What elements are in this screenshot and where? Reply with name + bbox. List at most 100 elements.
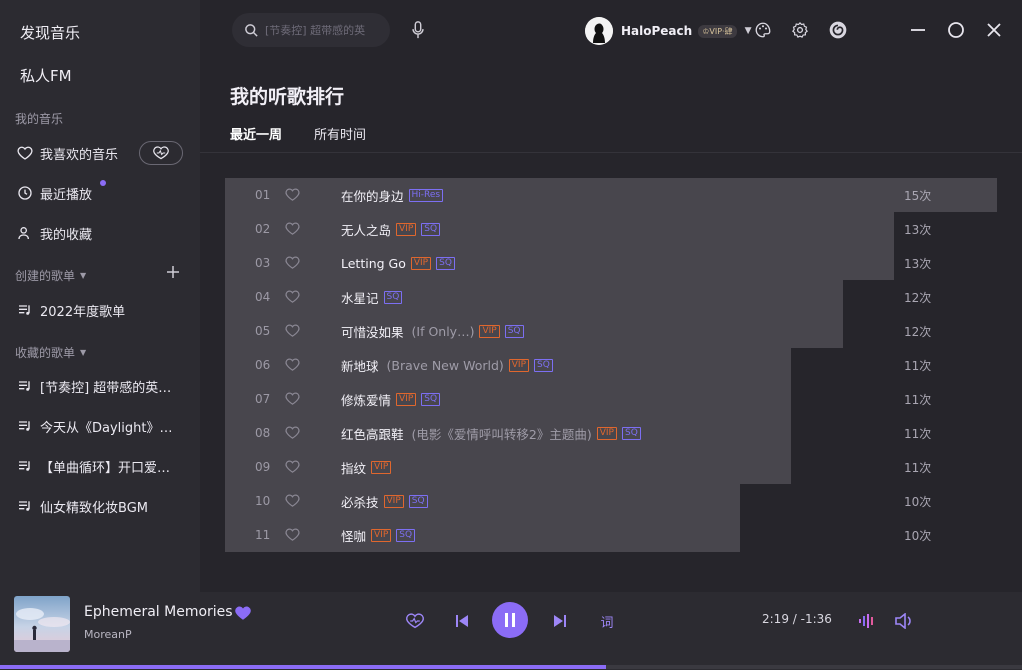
sidebar-playlist-item[interactable]: 2022年度歌单 [16, 298, 196, 322]
settings-button[interactable] [790, 20, 810, 40]
heart-icon[interactable] [285, 493, 301, 509]
sq-tag: SQ [504, 324, 524, 338]
app-logo-button[interactable] [828, 20, 848, 40]
heart-icon[interactable] [285, 425, 301, 441]
play-count-bar [225, 518, 740, 552]
ranking-row[interactable]: 08 红色高跟鞋 (电影《爱情呼叫转移2》主题曲) VIP SQ 11次 [225, 416, 997, 450]
sidebar-item-recent[interactable]: 最近播放 [16, 181, 196, 205]
sq-tag: SQ [421, 222, 441, 236]
volume-icon [895, 613, 911, 629]
ranking-row[interactable]: 10 必杀技 VIP SQ 10次 [225, 484, 997, 518]
avatar[interactable] [585, 17, 613, 45]
heartbeat-mode-button[interactable] [139, 141, 183, 165]
heart-icon[interactable] [285, 527, 301, 543]
play-count: 11次 [904, 358, 932, 373]
vip-tag: VIP [371, 460, 392, 474]
music-logo-icon [829, 21, 847, 39]
sidebar-playlist-item[interactable]: 仙女精致化妆BGM [16, 494, 196, 518]
sound-effect-button[interactable] [856, 610, 878, 632]
song-name[interactable]: 无人之岛 [341, 220, 391, 239]
ranking-row[interactable]: 06 新地球 (Brave New World) VIP SQ 11次 [225, 348, 997, 382]
playlist-icon [16, 301, 34, 319]
my-music-header-label: 我的音乐 [15, 112, 64, 126]
heart-filled-icon [235, 606, 251, 620]
ranking-row[interactable]: 04 水星记 SQ 12次 [225, 280, 997, 314]
rank-number: 05 [255, 324, 271, 338]
heart-icon[interactable] [285, 289, 301, 305]
rank-number: 02 [255, 222, 271, 236]
nav-discover-music[interactable]: 发现音乐 [20, 22, 80, 43]
song-name[interactable]: 修炼爱情 [341, 390, 391, 409]
theme-button[interactable] [753, 20, 773, 40]
like-song-button[interactable] [234, 604, 252, 622]
vip-tag: VIP [479, 324, 500, 338]
ranking-row[interactable]: 09 指纹 VIP 11次 [225, 450, 997, 484]
previous-button[interactable] [451, 610, 473, 632]
playlist-label: 今天从《Daylight》… [40, 420, 173, 436]
maximize-button[interactable] [946, 20, 966, 40]
tab-all-time[interactable]: 所有时间 [314, 124, 366, 143]
ranking-row[interactable]: 01 在你的身边 Hi-Res 15次 [225, 178, 997, 212]
heart-icon[interactable] [285, 255, 301, 271]
song-title-cell: 可惜没如果 (If Only…) VIP SQ [341, 322, 524, 341]
volume-button[interactable] [893, 610, 915, 632]
pause-button[interactable] [492, 602, 528, 638]
sq-tag: SQ [436, 256, 455, 270]
ranking-row[interactable]: 05 可惜没如果 (If Only…) VIP SQ 12次 [225, 314, 997, 348]
heart-icon[interactable] [285, 459, 301, 475]
song-name[interactable]: 红色高跟鞋 [341, 424, 404, 443]
song-title-cell: 无人之岛 VIP SQ [341, 220, 441, 239]
vip-tag: VIP [396, 222, 417, 236]
vip-tag: VIP [508, 358, 530, 372]
song-title-cell: 红色高跟鞋 (电影《爱情呼叫转移2》主题曲) VIP SQ [341, 424, 641, 443]
close-button[interactable] [984, 20, 1004, 40]
ranking-row[interactable]: 03 Letting Go VIP SQ 13次 [225, 246, 997, 280]
ranking-row[interactable]: 11 怪咖 VIP SQ 10次 [225, 518, 997, 552]
song-name[interactable]: 指纹 [341, 458, 366, 477]
user-menu[interactable]: HaloPeach ♔VIP·肆 ▼ [585, 16, 751, 46]
my-music-header: 我的音乐 [15, 110, 63, 127]
add-playlist-button[interactable] [165, 264, 181, 280]
minimize-button[interactable] [908, 20, 928, 40]
progress-bar[interactable] [0, 665, 1022, 669]
heart-icon[interactable] [285, 187, 301, 203]
caret-down-icon: ▼ [744, 26, 752, 36]
next-button[interactable] [549, 610, 571, 632]
song-name[interactable]: 必杀技 [341, 492, 379, 511]
sidebar-playlist-item[interactable]: 【单曲循环】开口爱… [16, 454, 196, 478]
rank-number: 09 [255, 460, 271, 474]
song-name[interactable]: 怪咖 [341, 526, 366, 545]
play-count: 11次 [904, 426, 932, 441]
play-count-bar [225, 246, 894, 280]
voice-search-button[interactable] [408, 20, 428, 40]
song-title[interactable]: Ephemeral Memories [84, 604, 233, 620]
sidebar-playlist-item[interactable]: [节奏控] 超带感的英… [16, 374, 196, 398]
playlist-label: 仙女精致化妆BGM [40, 500, 148, 516]
song-name[interactable]: 水星记 [341, 288, 379, 307]
collected-playlists-header[interactable]: 收藏的歌单 ▼ [15, 344, 86, 361]
song-name[interactable]: Letting Go [341, 256, 406, 271]
lyrics-button[interactable]: 词 [596, 610, 618, 632]
artist-name[interactable]: MoreanP [84, 628, 132, 641]
heart-icon[interactable] [285, 221, 301, 237]
search-box[interactable] [232, 13, 390, 47]
song-name[interactable]: 新地球 [341, 356, 379, 375]
song-alias: (Brave New World) [386, 357, 504, 373]
heart-icon[interactable] [285, 323, 301, 339]
sidebar-playlist-item[interactable]: 今天从《Daylight》… [16, 414, 196, 438]
search-input[interactable] [265, 23, 375, 37]
sq-tag: SQ [408, 494, 428, 508]
song-name[interactable]: 在你的身边 [341, 186, 404, 205]
song-name[interactable]: 可惜没如果 [341, 322, 404, 341]
skip-next-icon [554, 615, 566, 627]
tab-last-week[interactable]: 最近一周 [230, 124, 282, 143]
heart-icon[interactable] [285, 357, 301, 373]
heartbeat-mode-button[interactable] [404, 610, 426, 632]
album-cover[interactable] [14, 596, 70, 652]
sidebar-item-collection[interactable]: 我的收藏 [16, 221, 196, 245]
ranking-row[interactable]: 02 无人之岛 VIP SQ 13次 [225, 212, 997, 246]
created-playlists-header[interactable]: 创建的歌单 ▼ [15, 267, 86, 284]
nav-personal-fm[interactable]: 私人FM [20, 65, 72, 86]
ranking-row[interactable]: 07 修炼爱情 VIP SQ 11次 [225, 382, 997, 416]
heart-icon[interactable] [285, 391, 301, 407]
